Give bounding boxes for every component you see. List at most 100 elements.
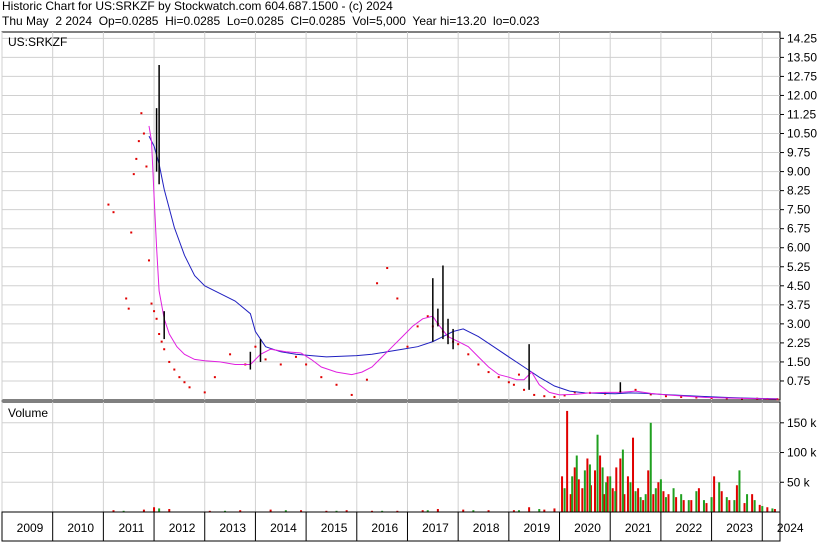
volume-bar	[601, 467, 604, 512]
volume-bar	[528, 507, 531, 512]
year-label: 2010	[67, 521, 94, 535]
volume-bar	[654, 488, 657, 512]
volume-bar	[710, 497, 713, 512]
volume-bar	[735, 485, 738, 512]
price-point	[147, 259, 150, 262]
price-tick-label: 4.50	[787, 279, 811, 293]
price-point	[457, 343, 460, 346]
price-point	[203, 391, 206, 394]
volume-bar	[728, 500, 731, 512]
year-label: 2009	[17, 521, 44, 535]
price-point	[365, 378, 368, 381]
volume-bar	[594, 470, 597, 512]
price-point	[158, 333, 161, 336]
stock-chart: 0.75 1.50 2.25 3.00 3.75 4.50 5.25 6.00 6.75 7.50…	[1, 31, 817, 542]
volume-bar	[690, 500, 693, 512]
price-point	[386, 267, 389, 270]
year-label: 2016	[371, 521, 398, 535]
price-point	[477, 363, 480, 366]
price-point	[279, 363, 282, 366]
volume-tick-label: 150 k	[787, 416, 817, 430]
price-tick-label: 6.75	[787, 222, 811, 236]
price-tick-label: 3.00	[787, 317, 811, 331]
price-point	[155, 317, 158, 320]
volume-bar	[611, 488, 614, 512]
volume-bar	[682, 500, 685, 512]
volume-bar	[573, 467, 576, 512]
volume-bar	[725, 497, 728, 512]
volume-bar	[720, 491, 723, 512]
volume-bar	[634, 491, 637, 512]
volume-bar	[575, 455, 578, 512]
price-pane-title: US:SRKZF	[8, 35, 67, 49]
volume-bar	[158, 508, 161, 512]
volume-bar	[614, 491, 617, 512]
price-point	[183, 381, 186, 384]
price-tick-label: 13.50	[787, 50, 817, 64]
price-point	[294, 355, 297, 358]
volume-bar	[626, 476, 629, 512]
price-point	[376, 282, 379, 285]
price-point	[142, 132, 145, 135]
price-point	[178, 376, 181, 379]
volume-bar	[761, 506, 764, 512]
price-point	[160, 340, 163, 343]
volume-bar	[743, 503, 746, 512]
year-label: 2023	[726, 521, 753, 535]
price-tick-label: 1.50	[787, 355, 811, 369]
year-label: 2018	[473, 521, 500, 535]
volume-bar	[771, 508, 774, 512]
price-tick-label: 12.75	[787, 69, 817, 83]
year-label: 2019	[523, 521, 550, 535]
price-point	[112, 211, 115, 214]
volume-bar	[647, 470, 650, 512]
price-point	[664, 395, 667, 398]
volume-bar	[733, 500, 736, 512]
volume-bar	[738, 470, 741, 512]
price-point	[533, 393, 536, 396]
volume-bar	[605, 482, 608, 512]
volume-bar	[153, 507, 156, 512]
price-point	[213, 376, 216, 379]
price-point	[264, 358, 267, 361]
volume-bar	[695, 491, 698, 512]
price-point	[135, 157, 138, 160]
volume-bar	[599, 455, 602, 512]
price-point	[168, 360, 171, 363]
volume-bar	[766, 507, 769, 512]
volume-bar	[596, 434, 599, 512]
price-tick-label: 6.00	[787, 241, 811, 255]
price-point	[507, 381, 510, 384]
price-point	[145, 165, 148, 168]
price-tick-label: 9.75	[787, 146, 811, 160]
year-label: 2022	[676, 521, 703, 535]
volume-bar	[632, 437, 635, 512]
volume-bar	[697, 488, 700, 512]
volume-bar	[702, 500, 705, 512]
volume-bar	[664, 497, 667, 512]
volume-bar	[746, 494, 749, 512]
year-label: 2024	[777, 521, 804, 535]
price-point	[125, 297, 128, 300]
price-tick-label: 14.25	[787, 31, 817, 45]
price-tick-label: 5.25	[787, 260, 811, 274]
price-point	[517, 373, 520, 376]
price-point	[416, 325, 419, 328]
volume-bar	[619, 458, 622, 512]
price-point	[107, 203, 110, 206]
price-point	[497, 376, 500, 379]
price-point	[350, 393, 353, 396]
price-point	[130, 231, 133, 234]
price-tick-label: 7.50	[787, 203, 811, 217]
price-point	[188, 386, 191, 389]
year-label: 2015	[321, 521, 348, 535]
year-label: 2014	[270, 521, 297, 535]
price-point	[173, 368, 176, 371]
volume-bar	[586, 458, 589, 512]
volume-tick-label: 100 k	[787, 446, 817, 460]
volume-bar	[675, 497, 678, 512]
price-point	[132, 173, 135, 176]
volume-pane-title: Volume	[8, 406, 48, 420]
volume-bar	[609, 476, 612, 512]
price-tick-label: 2.25	[787, 336, 811, 350]
